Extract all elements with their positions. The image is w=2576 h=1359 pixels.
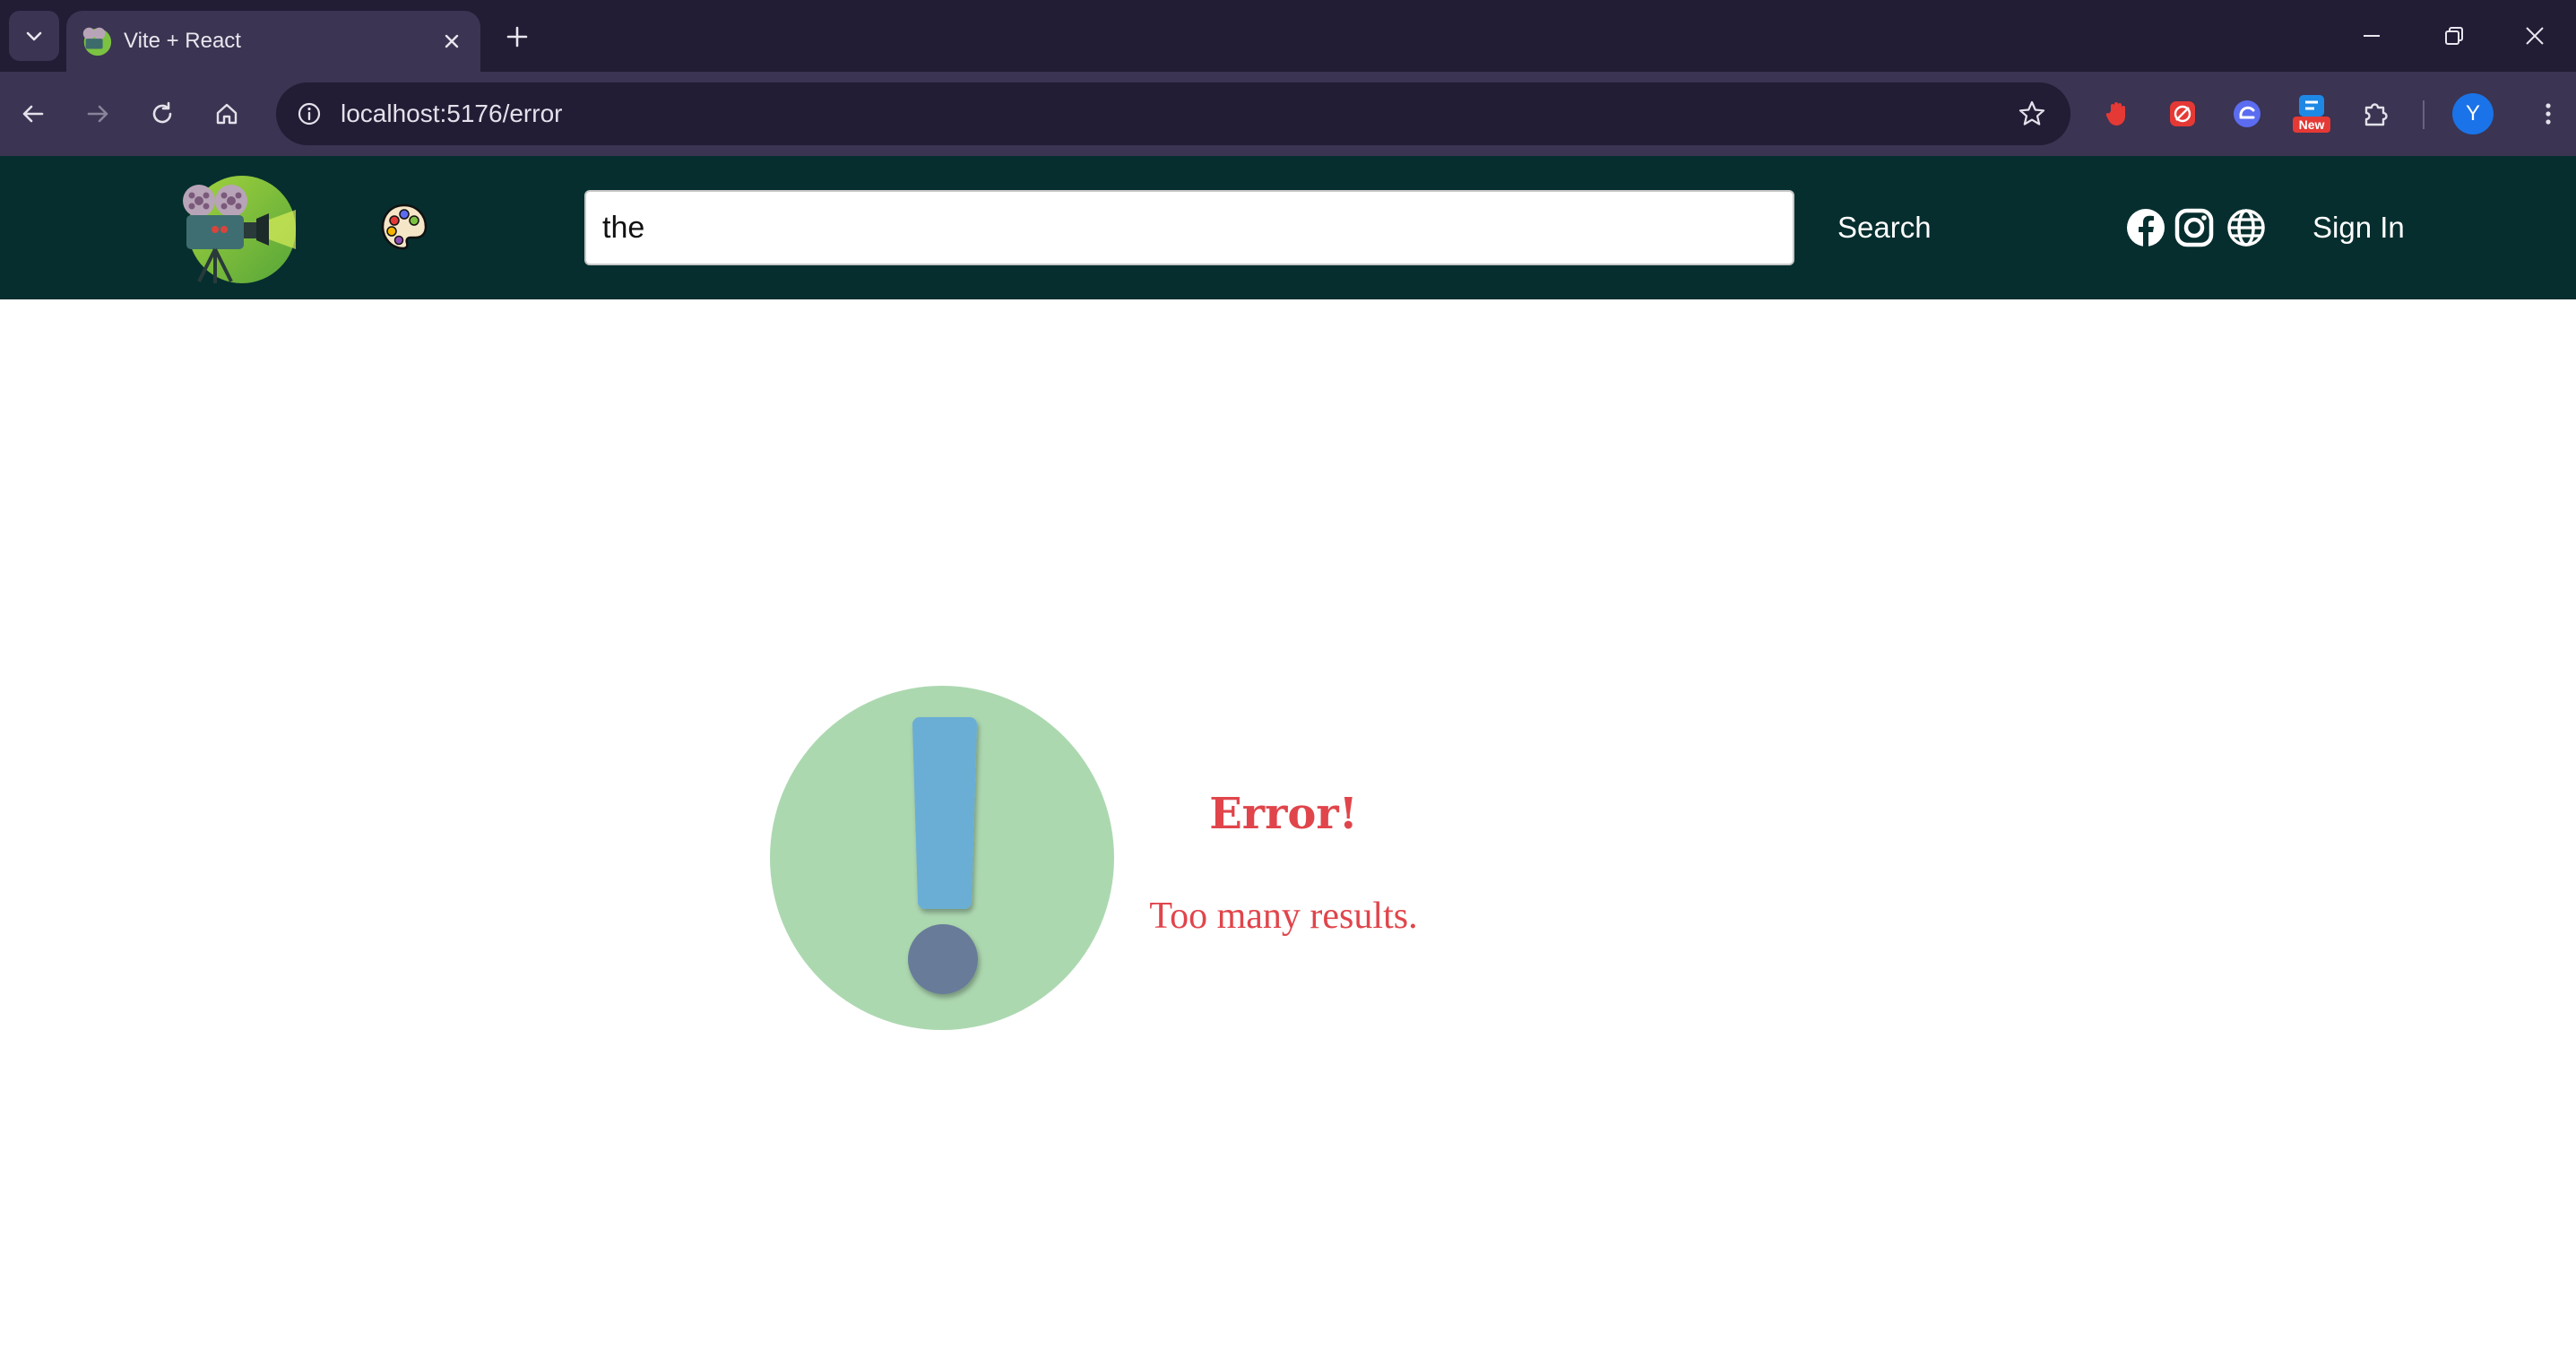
- blue-extension-icon[interactable]: [2225, 91, 2269, 136]
- close-icon: [2526, 27, 2544, 45]
- tab-search-button[interactable]: [9, 11, 59, 61]
- close-window-button[interactable]: [2494, 0, 2576, 72]
- app-header: Search Sign In: [0, 156, 2576, 299]
- site-info-icon[interactable]: [289, 93, 330, 134]
- new-tab-button[interactable]: [497, 16, 538, 57]
- restore-icon: [2445, 27, 2463, 45]
- arrow-right-icon: [87, 105, 108, 123]
- red-extension-icon[interactable]: [2160, 91, 2205, 136]
- tab-close-button[interactable]: [436, 25, 468, 57]
- puzzle-extensions-icon[interactable]: [2354, 91, 2399, 136]
- facebook-icon[interactable]: [2124, 206, 2167, 249]
- sign-in-button[interactable]: Sign In: [2295, 190, 2423, 265]
- chevron-down-icon: [26, 31, 42, 41]
- more-vert-icon: [2546, 103, 2551, 125]
- bookmark-star-icon[interactable]: [2011, 93, 2053, 134]
- error-message: Too many results.: [1149, 896, 1418, 937]
- tab-title: Vite + React: [124, 29, 241, 53]
- back-button[interactable]: [11, 91, 56, 136]
- movie-camera-logo[interactable]: [179, 174, 298, 285]
- new-extension-icon[interactable]: New: [2289, 91, 2334, 136]
- home-icon: [216, 103, 238, 125]
- instagram-icon[interactable]: [2173, 206, 2216, 249]
- globe-icon[interactable]: [2225, 206, 2268, 249]
- browser-tabstrip: Vite + React: [0, 0, 2576, 72]
- exclamation-icon: [770, 686, 1114, 1030]
- minimize-icon: [2364, 35, 2380, 37]
- menu-button[interactable]: [2526, 91, 2571, 136]
- toolbar-separator: [2423, 100, 2425, 129]
- minimize-button[interactable]: [2330, 0, 2413, 72]
- home-button[interactable]: [204, 91, 249, 136]
- forward-button[interactable]: [75, 91, 120, 136]
- plus-icon: [506, 26, 528, 48]
- ublock-extension-icon[interactable]: [2096, 91, 2140, 136]
- browser-toolbar: localhost:5176/error New: [0, 72, 2576, 156]
- search-button[interactable]: Search: [1820, 190, 1949, 265]
- restore-button[interactable]: [2413, 0, 2495, 72]
- movie-camera-favicon: [82, 27, 112, 56]
- close-icon: [445, 34, 459, 48]
- browser-tab[interactable]: Vite + React: [66, 11, 480, 72]
- arrow-left-icon: [22, 105, 44, 123]
- new-badge-label: New: [2298, 117, 2325, 132]
- search-input[interactable]: [584, 190, 1794, 265]
- error-title: Error!: [1209, 789, 1358, 839]
- address-bar[interactable]: localhost:5176/error: [276, 82, 2070, 145]
- profile-avatar[interactable]: Y: [2452, 93, 2494, 134]
- reload-button[interactable]: [140, 91, 185, 136]
- address-url: localhost:5176/error: [341, 100, 563, 127]
- palette-icon[interactable]: [380, 203, 428, 251]
- reload-icon: [152, 101, 172, 124]
